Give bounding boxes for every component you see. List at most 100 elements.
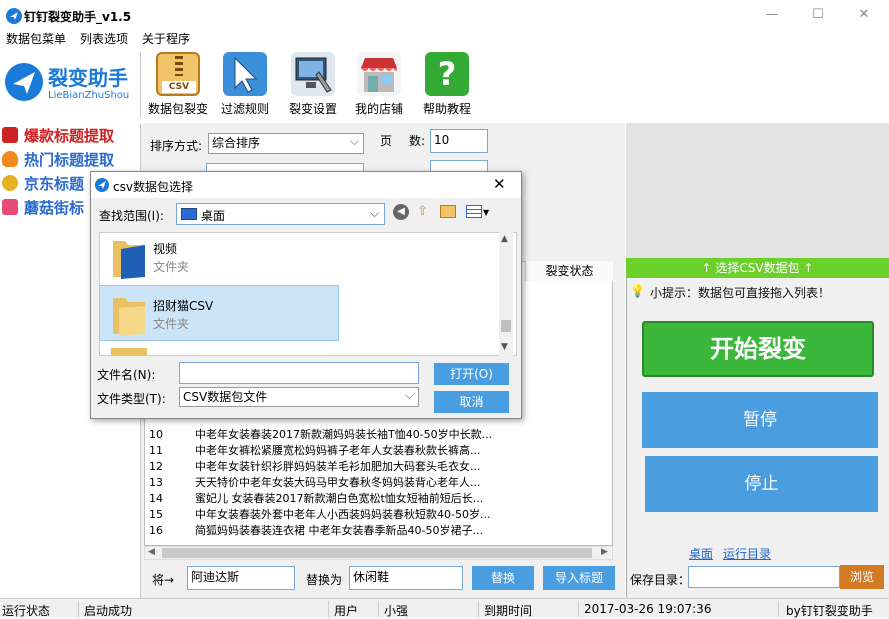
folder-icon <box>111 292 151 336</box>
status-divider <box>378 601 379 617</box>
dialog-title: csv数据包选择 <box>113 180 193 194</box>
sort-select[interactable]: 综合排序 <box>208 132 364 154</box>
brand-logo: 裂变助手 LieBianZhuShou <box>4 60 136 106</box>
table-row[interactable]: 13 天天特价中老年女装大码马甲女春秋冬妈妈装背心老年人... <box>145 475 612 491</box>
toolbar-my-shop-button[interactable]: 我的店铺 <box>352 52 406 117</box>
replace-from-input[interactable]: 阿迪达斯 <box>187 566 295 590</box>
row-title: 中老年女裤松紧腰宽松妈妈裤子老年人女装春秋款长裤高... <box>195 444 481 457</box>
scroll-right-icon[interactable]: ▶ <box>601 547 608 557</box>
column-header-status[interactable]: 裂变状态 <box>525 261 613 281</box>
status-expire-label: 到期时间 <box>484 604 533 618</box>
table-row[interactable]: 14 蜜妃儿 女装春装2017新款潮白色宽松t恤女短袖前短后长... <box>145 491 612 507</box>
lightbulb-icon: 💡 <box>630 284 645 298</box>
mogujie-icon <box>2 199 18 215</box>
row-num: 12 <box>149 460 163 473</box>
stop-button[interactable]: 停止 <box>645 456 878 512</box>
dialog-app-icon <box>95 178 109 192</box>
toolbar-data-package-button[interactable]: CSV 数据包裂变 <box>146 52 210 117</box>
view-menu-icon[interactable] <box>466 205 482 218</box>
import-titles-button[interactable]: 导入标题 <box>543 566 615 590</box>
replace-button[interactable]: 替换 <box>472 566 534 590</box>
cancel-button[interactable]: 取消 <box>434 391 509 413</box>
dialog-close-icon[interactable]: ✕ <box>493 175 506 193</box>
desktop-link[interactable]: 桌面 <box>689 545 713 562</box>
scroll-left-icon[interactable]: ◀ <box>148 547 155 557</box>
page-count-input[interactable]: 10 <box>430 129 488 153</box>
menu-data-package[interactable]: 数据包菜单 <box>6 30 66 47</box>
monitor-wrench-icon <box>291 52 335 96</box>
close-icon[interactable]: ✕ <box>854 6 874 24</box>
scroll-down-icon[interactable]: ▼ <box>501 342 508 352</box>
sort-label: 排序方式: <box>150 139 203 153</box>
status-divider <box>578 601 579 617</box>
table-row[interactable]: 10 中老年女装春装2017新款潮妈妈装长袖T恤40-50岁中长款... <box>145 427 612 443</box>
nav-popular-title-extract[interactable]: 热门标题提取 <box>2 148 114 170</box>
maximize-icon[interactable]: ☐ <box>808 6 828 24</box>
new-folder-icon[interactable] <box>440 205 456 218</box>
drop-area[interactable] <box>626 123 889 258</box>
filetype-select[interactable]: CSV数据包文件 <box>179 386 419 407</box>
toolbar-label: 我的店铺 <box>354 102 403 116</box>
toolbar-help-button[interactable]: ? 帮助教程 <box>420 52 474 117</box>
status-divider <box>478 601 479 617</box>
run-dir-link[interactable]: 运行目录 <box>723 545 771 562</box>
menu-list-options[interactable]: 列表选项 <box>80 30 128 47</box>
desktop-icon <box>181 208 197 220</box>
view-menu-chevron-icon[interactable]: ▼ <box>483 208 489 217</box>
pause-button[interactable]: 暂停 <box>642 392 878 448</box>
help-question-icon: ? <box>425 52 469 96</box>
table-row[interactable]: 16 简狐妈妈装春装连衣裙 中老年女装春季新品40-50岁裙子... <box>145 523 612 539</box>
toolbar-settings-button[interactable]: 裂变设置 <box>286 52 340 117</box>
window-title: 钉钉裂变助手_v1.5 <box>24 10 132 24</box>
row-title: 简狐妈妈装春装连衣裙 中老年女装春季新品40-50岁裙子... <box>195 524 483 537</box>
open-button[interactable]: 打开(O) <box>434 363 509 385</box>
save-dir-label: 保存目录： <box>630 573 691 587</box>
dialog-vertical-scrollbar[interactable] <box>499 232 513 356</box>
start-button[interactable]: 开始裂变 <box>642 321 874 377</box>
row-title: 中老年女装春装2017新款潮妈妈装长袖T恤40-50岁中长款... <box>195 428 493 441</box>
replace-to-label: 替换为 <box>306 573 343 587</box>
menu-about[interactable]: 关于程序 <box>142 30 190 47</box>
nav-hot-title-extract[interactable]: 爆款标题提取 <box>2 124 114 146</box>
up-folder-icon[interactable]: ⇧ <box>417 204 428 219</box>
toolbar-label: 帮助教程 <box>422 102 471 116</box>
lookin-select[interactable]: 桌面 ⌵ <box>176 203 385 225</box>
nav-mogujie-title[interactable]: 蘑菇街标 <box>2 196 84 218</box>
chevron-down-icon: ⌵ <box>370 206 380 220</box>
folder-name[interactable]: 视频 <box>153 240 177 257</box>
nav-jd-title[interactable]: 京东标题 <box>2 172 84 194</box>
folder-icon <box>111 235 151 279</box>
nav-label: 京东标题 <box>24 174 85 193</box>
csv-zip-icon: CSV <box>156 52 200 96</box>
browse-button[interactable]: 浏览 <box>840 565 884 589</box>
filename-label: 文件名(N): <box>97 368 156 382</box>
row-num: 15 <box>149 508 163 521</box>
table-row[interactable]: 12 中老年女装针织衫胖妈妈装羊毛衫加肥加大码套头毛衣女... <box>145 459 612 475</box>
app-logo-icon <box>6 8 22 24</box>
page-label-b: 数: <box>409 134 426 148</box>
scroll-up-icon[interactable]: ▲ <box>501 234 508 244</box>
toolbar-label: 裂变设置 <box>288 102 337 116</box>
tip-text: 小提示：数据包可直接拖入列表！ <box>650 286 831 300</box>
list-vertical-scrollbar[interactable] <box>613 261 625 546</box>
lookin-label: 查找范围(I): <box>99 209 164 223</box>
replace-to-input[interactable]: 休闲鞋 <box>349 566 463 590</box>
toolbar-filter-rules-button[interactable]: 过滤规则 <box>216 52 274 117</box>
status-user-label: 用户 <box>334 604 359 618</box>
toolbar-label: 过滤规则 <box>220 102 269 116</box>
scroll-thumb[interactable] <box>501 320 511 332</box>
folder-name[interactable]: 招财猫CSV <box>153 297 213 314</box>
filename-input[interactable] <box>179 362 419 384</box>
status-divider <box>778 601 779 617</box>
table-row[interactable]: 11 中老年女裤松紧腰宽松妈妈裤子老年人女装春秋款长裤高... <box>145 443 612 459</box>
scroll-thumb[interactable] <box>162 548 592 558</box>
folder-type: 文件夹 <box>153 317 190 331</box>
table-row[interactable]: 15 中年女装春装外套中老年人小西装妈妈装春秋短款40-50岁... <box>145 507 612 523</box>
save-dir-input[interactable] <box>688 566 840 588</box>
page-label-a: 页 <box>380 134 393 148</box>
status-run-value: 启动成功 <box>84 604 133 618</box>
select-csv-bar[interactable]: ↑ 选择CSV数据包 ↑ <box>626 258 889 278</box>
row-num: 13 <box>149 476 163 489</box>
minimize-icon[interactable]: — <box>762 6 782 24</box>
back-icon[interactable]: ◀ <box>393 204 409 220</box>
